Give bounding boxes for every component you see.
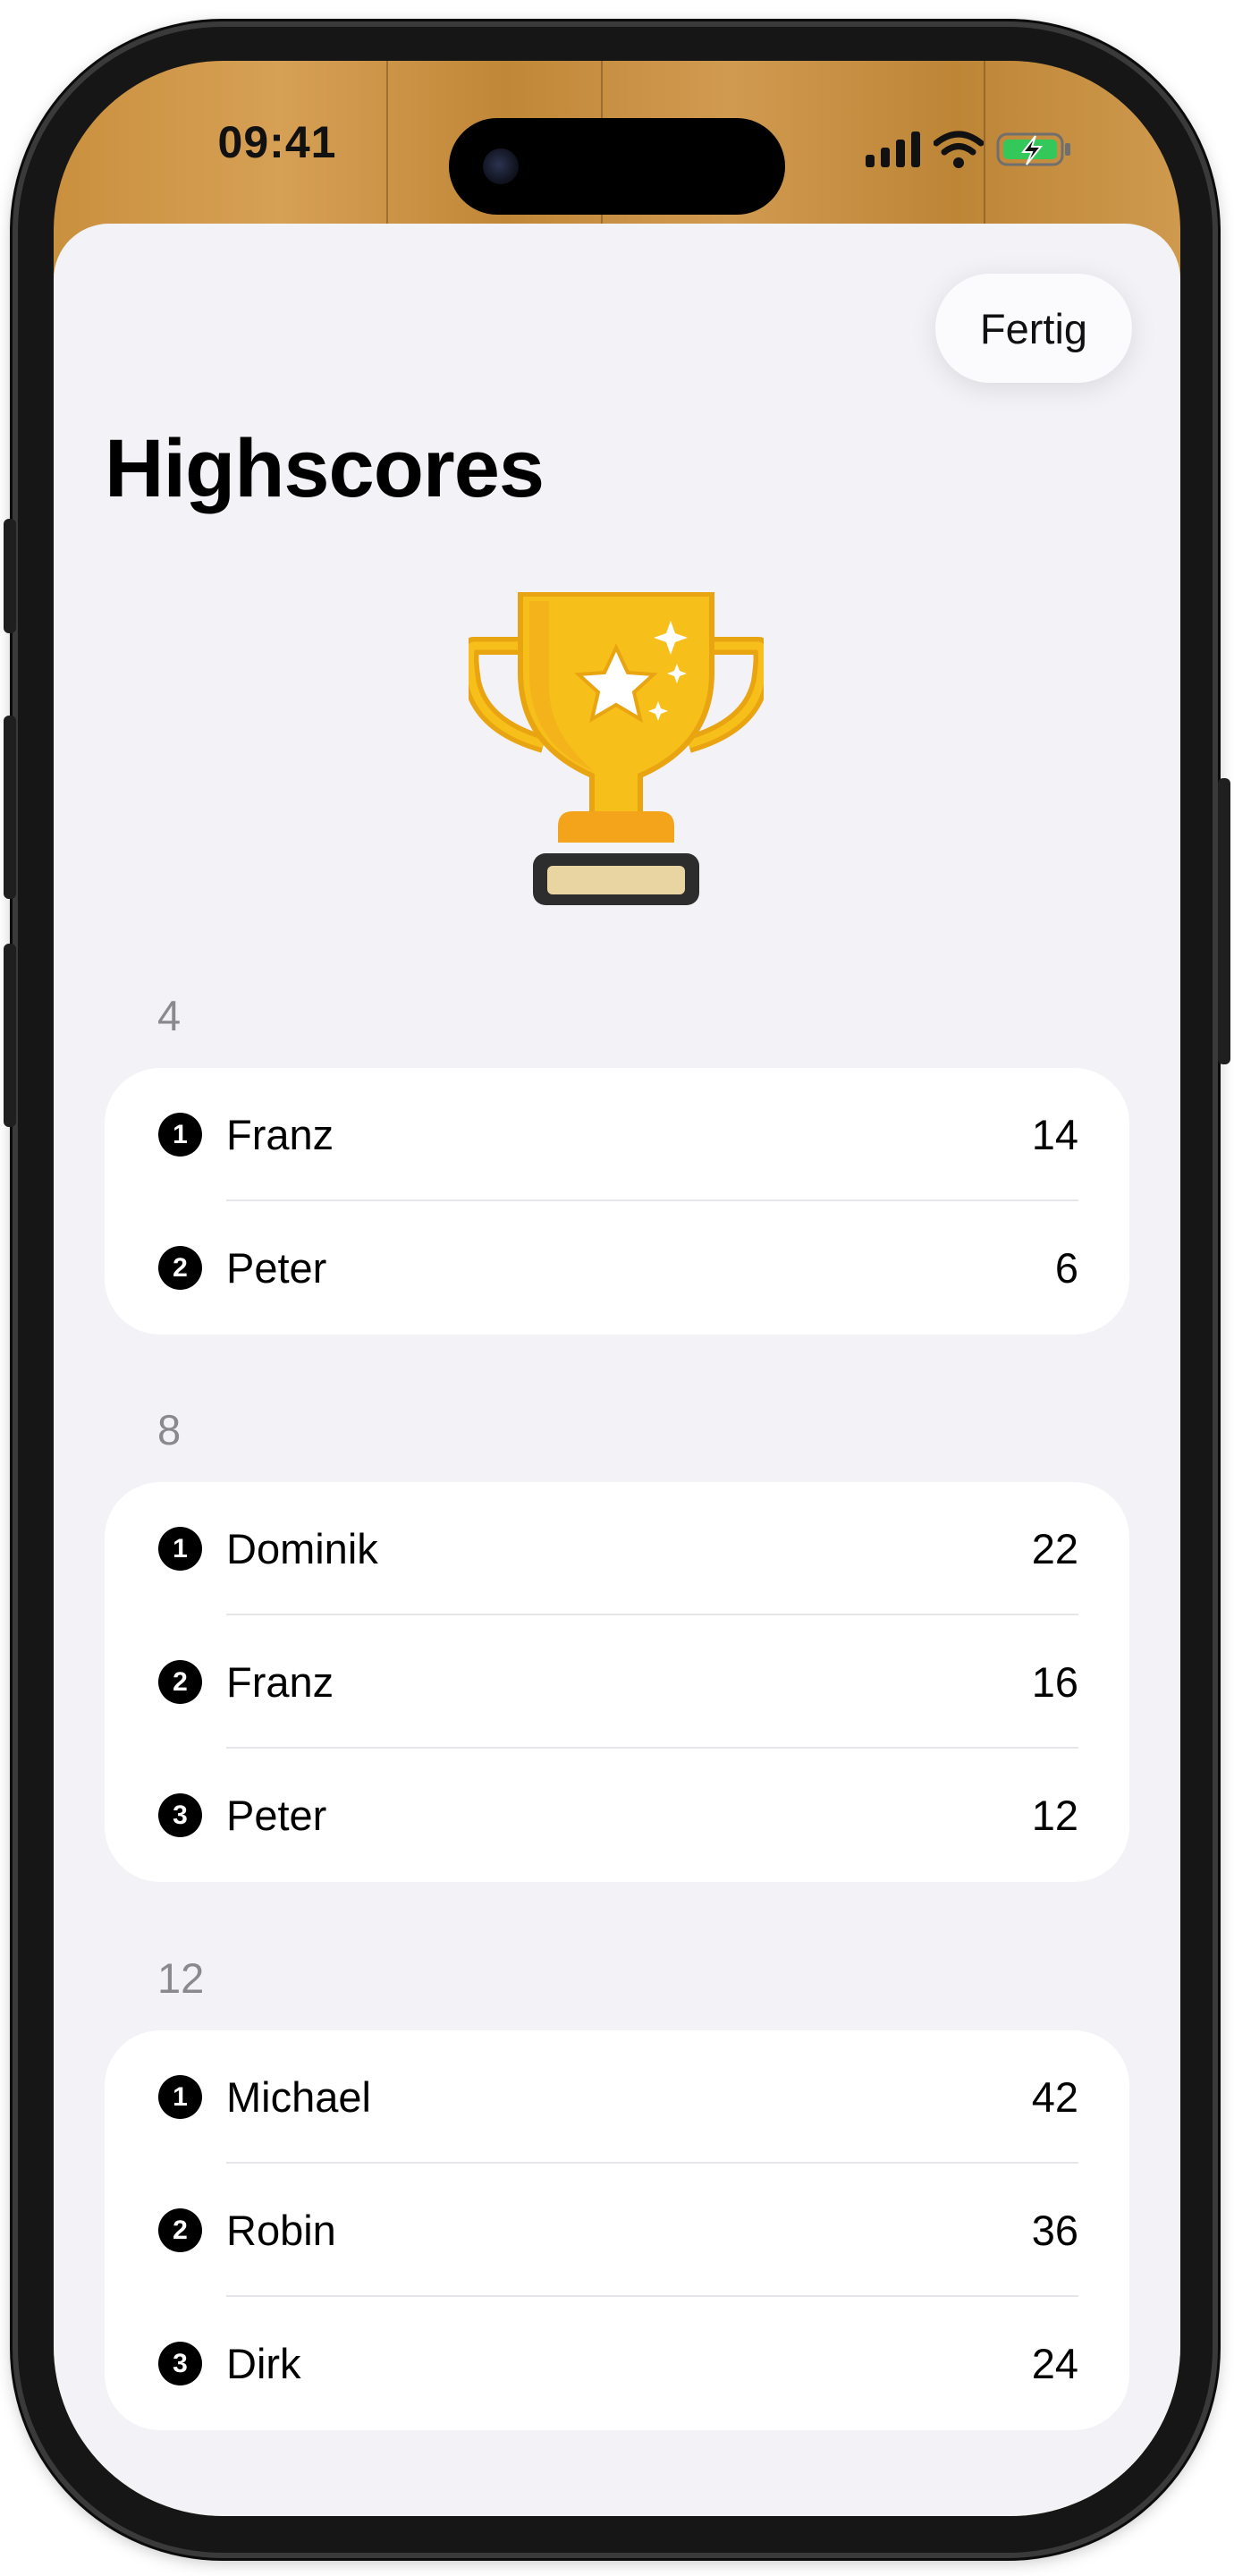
- volume-up-button: [4, 716, 16, 899]
- rank-badge-3-icon: 3: [158, 2342, 202, 2385]
- player-score: 12: [1031, 1792, 1078, 1839]
- camera-icon: [483, 148, 519, 184]
- player-score: 36: [1031, 2207, 1078, 2254]
- score-row: 1 Michael 42: [105, 2030, 1129, 2164]
- player-score: 22: [1031, 1525, 1078, 1572]
- player-name: Dirk: [226, 2340, 301, 2387]
- rank-badge-1-icon: 1: [158, 1527, 202, 1571]
- rank-badge-1-icon: 1: [158, 1113, 202, 1157]
- rank-badge-2-icon: 2: [158, 1246, 202, 1290]
- score-row: 1 Dominik 22: [105, 1482, 1129, 1615]
- player-score: 24: [1031, 2340, 1078, 2387]
- screen: 09:41 Fertig Highscores 4 1 Franz 14 2 P…: [54, 61, 1180, 2516]
- player-score: 42: [1031, 2073, 1078, 2121]
- rank-badge-3-icon: 3: [158, 1793, 202, 1837]
- player-name: Franz: [226, 1658, 334, 1706]
- section-header-12: 12: [157, 1954, 205, 2002]
- rank-badge-2-icon: 2: [158, 1660, 202, 1704]
- scores-card-4: 1 Franz 14 2 Peter 6: [105, 1068, 1129, 1335]
- page-title: Highscores: [105, 423, 545, 514]
- player-name: Peter: [226, 1792, 327, 1839]
- section-header-8: 8: [157, 1406, 182, 1453]
- player-name: Robin: [226, 2207, 336, 2254]
- volume-down-button: [4, 944, 16, 1127]
- battery-charging-icon: [996, 132, 1070, 166]
- dynamic-island: [449, 118, 785, 215]
- player-score: 16: [1031, 1658, 1078, 1706]
- status-icons: [866, 131, 1073, 168]
- player-name: Franz: [226, 1111, 334, 1158]
- player-name: Michael: [226, 2073, 371, 2121]
- player-name: Dominik: [226, 1525, 378, 1572]
- score-row: 2 Robin 36: [105, 2164, 1129, 2297]
- cellular-signal-icon: [866, 131, 920, 167]
- score-row: 3 Dirk 24: [105, 2297, 1129, 2430]
- wifi-icon: [934, 131, 984, 168]
- trophy-icon: [469, 592, 764, 905]
- score-row: 1 Franz 14: [105, 1068, 1129, 1201]
- score-row: 2 Franz 16: [105, 1615, 1129, 1749]
- score-row: 3 Peter 12: [105, 1749, 1129, 1882]
- done-button[interactable]: Fertig: [935, 274, 1132, 383]
- player-score: 6: [1054, 1244, 1078, 1292]
- player-name: Peter: [226, 1244, 327, 1292]
- wood-grain: [386, 61, 388, 240]
- highscores-sheet: Fertig Highscores 4 1 Franz 14 2 Peter 6…: [54, 224, 1180, 2516]
- section-header-4: 4: [157, 992, 182, 1039]
- scores-card-12: 1 Michael 42 2 Robin 36 3 Dirk 24: [105, 2030, 1129, 2430]
- power-button: [1218, 778, 1230, 1064]
- score-row: 2 Peter 6: [105, 1201, 1129, 1335]
- action-button: [4, 519, 16, 633]
- rank-badge-1-icon: 1: [158, 2075, 202, 2119]
- rank-badge-2-icon: 2: [158, 2208, 202, 2252]
- status-time: 09:41: [217, 117, 337, 167]
- player-score: 14: [1031, 1111, 1078, 1158]
- scores-card-8: 1 Dominik 22 2 Franz 16 3 Peter 12: [105, 1482, 1129, 1882]
